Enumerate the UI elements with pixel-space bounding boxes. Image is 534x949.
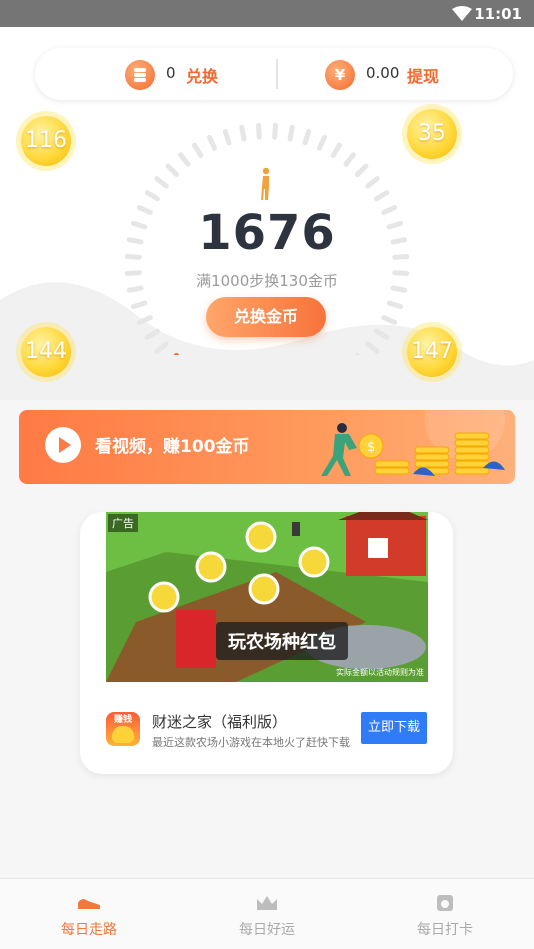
app-name: 财迷之家（福利版） — [152, 713, 288, 731]
dial-tick — [317, 134, 327, 151]
dial-tick — [287, 124, 295, 142]
tab-label: 每日好运 — [239, 922, 295, 938]
tab-daily-checkin[interactable]: 每日打卡 — [356, 879, 534, 949]
ad-card[interactable]: 广告 玩农场种红包 实际金额以活动规则为准 赚钱 财迷之家（福利版） 最近这款农… — [80, 512, 453, 774]
wifi-icon — [452, 6, 472, 21]
app-icon-label: 赚钱 — [113, 715, 132, 725]
dial-tick — [144, 328, 160, 340]
dial-tick — [192, 142, 204, 158]
cash-balance: 0.00 — [366, 64, 400, 82]
svg-text:$: $ — [367, 440, 375, 455]
dial-tick — [144, 190, 160, 202]
play-icon — [45, 427, 81, 463]
dial-tick — [343, 152, 356, 167]
dial-tick — [130, 300, 148, 310]
yen-icon: ¥ — [325, 60, 355, 90]
tab-daily-luck[interactable]: 每日好运 — [178, 879, 356, 949]
coin-stack-icon — [125, 60, 155, 90]
dial-tick — [381, 315, 398, 325]
crown-icon — [257, 896, 277, 910]
ad-label: 广告 — [108, 514, 138, 532]
dial-tick — [386, 300, 404, 310]
dial-tick — [154, 176, 169, 189]
withdraw-link[interactable]: 提现 — [407, 63, 439, 87]
dial-tick — [207, 134, 217, 151]
dial-tick — [272, 122, 278, 140]
dial-tick — [365, 176, 380, 189]
watch-video-banner[interactable]: 看视频，赚100金币 $ — [19, 410, 515, 484]
dial-tick — [365, 341, 380, 354]
divider — [276, 59, 278, 89]
dial-tick — [178, 152, 191, 167]
dial-tick — [256, 122, 262, 140]
balance-card: 0 兑换 ¥ 0.00 提现 — [35, 48, 513, 100]
coin-balance: 0 — [166, 64, 176, 82]
sneaker-icon — [78, 899, 100, 909]
coins-illustration: $ — [321, 410, 505, 476]
dial-tick — [355, 163, 369, 177]
coin-bubble[interactable]: 144 — [21, 327, 71, 377]
exchange-rule: 满1000步换130金币 — [196, 272, 338, 290]
coin-bubble[interactable]: 116 — [21, 116, 71, 166]
app-icon[interactable]: 赚钱 — [106, 712, 140, 746]
app-description: 最近这款农场小游戏在本地火了赶快下载 — [152, 736, 350, 749]
exchange-link[interactable]: 兑换 — [186, 63, 218, 87]
ad-disclaimer: 实际金额以活动规则为准 — [336, 668, 424, 677]
bottom-tab-bar: 每日走路 每日好运 每日打卡 — [0, 878, 534, 949]
clock: 11:01 — [474, 5, 522, 23]
status-bar: 11:01 — [0, 0, 534, 27]
walker-icon — [261, 167, 270, 200]
dial-tick — [302, 128, 312, 146]
tab-label: 每日走路 — [61, 922, 117, 938]
exchange-coins-button[interactable]: 兑换金币 — [206, 297, 326, 337]
dial-tick — [154, 341, 169, 354]
dial-tick — [374, 190, 390, 202]
ad-image[interactable]: 广告 玩农场种红包 实际金额以活动规则为准 — [106, 512, 428, 682]
dial-tick — [136, 315, 153, 325]
dial-tick — [165, 163, 179, 177]
tab-daily-walk[interactable]: 每日走路 — [0, 879, 178, 949]
dial-tick — [239, 124, 247, 142]
tab-label: 每日打卡 — [417, 922, 473, 938]
dial-tick — [222, 128, 232, 146]
dial-tick — [374, 328, 390, 340]
step-count: 1676 — [198, 205, 336, 261]
camera-icon — [437, 895, 453, 911]
download-button[interactable]: 立即下载 — [361, 712, 427, 744]
ad-caption: 玩农场种红包 — [216, 622, 348, 660]
dial-tick — [330, 142, 342, 158]
video-banner-text: 看视频，赚100金币 — [95, 437, 250, 457]
chick-icon — [112, 726, 134, 743]
